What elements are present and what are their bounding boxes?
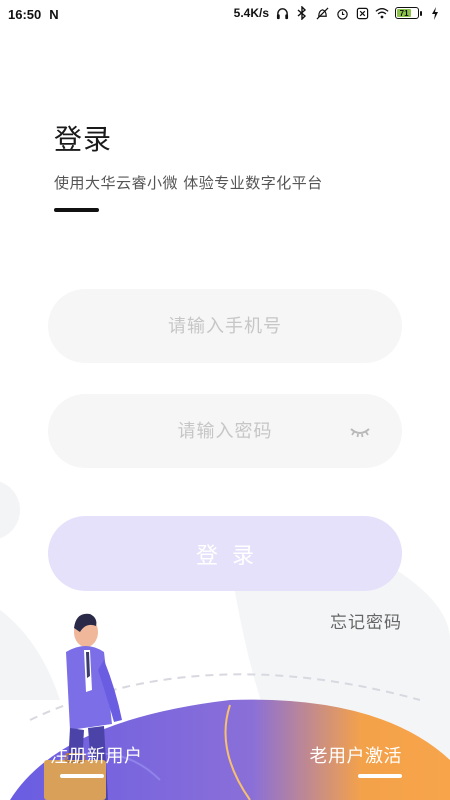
battery-level: 71 [397, 9, 412, 18]
login-button[interactable]: 登录 [48, 516, 402, 591]
register-tab-indicator [60, 774, 104, 778]
page-subtitle: 使用大华云睿小微 体验专业数字化平台 [54, 174, 323, 192]
phone-input[interactable] [48, 289, 402, 363]
mute-icon [315, 6, 329, 20]
sim-icon [355, 6, 369, 20]
register-new-user-tab[interactable]: 注册新用户 [50, 742, 143, 768]
status-time: 16:50 [8, 7, 42, 22]
forgot-password-link[interactable]: 忘记密码 [330, 608, 402, 633]
businessman-illustration [44, 613, 122, 800]
password-field-container [48, 394, 402, 468]
bluetooth-icon [295, 6, 309, 20]
phone-field-container [48, 289, 402, 363]
headphones-icon [275, 6, 289, 20]
activate-tab-indicator [358, 774, 402, 778]
title-underline [54, 208, 99, 212]
page-title: 登录 [54, 123, 113, 156]
battery-icon: 71 [395, 7, 422, 19]
network-speed: 5.4K/s [233, 6, 269, 20]
notification-n-icon: N [49, 7, 59, 22]
alarm-icon [335, 6, 349, 20]
status-bar: 16:50 N 5.4K/s 71 [0, 0, 450, 30]
eye-closed-icon[interactable] [348, 421, 372, 441]
wifi-icon [375, 6, 389, 20]
charging-icon [428, 6, 442, 20]
activate-old-user-tab[interactable]: 老用户激活 [310, 742, 403, 768]
